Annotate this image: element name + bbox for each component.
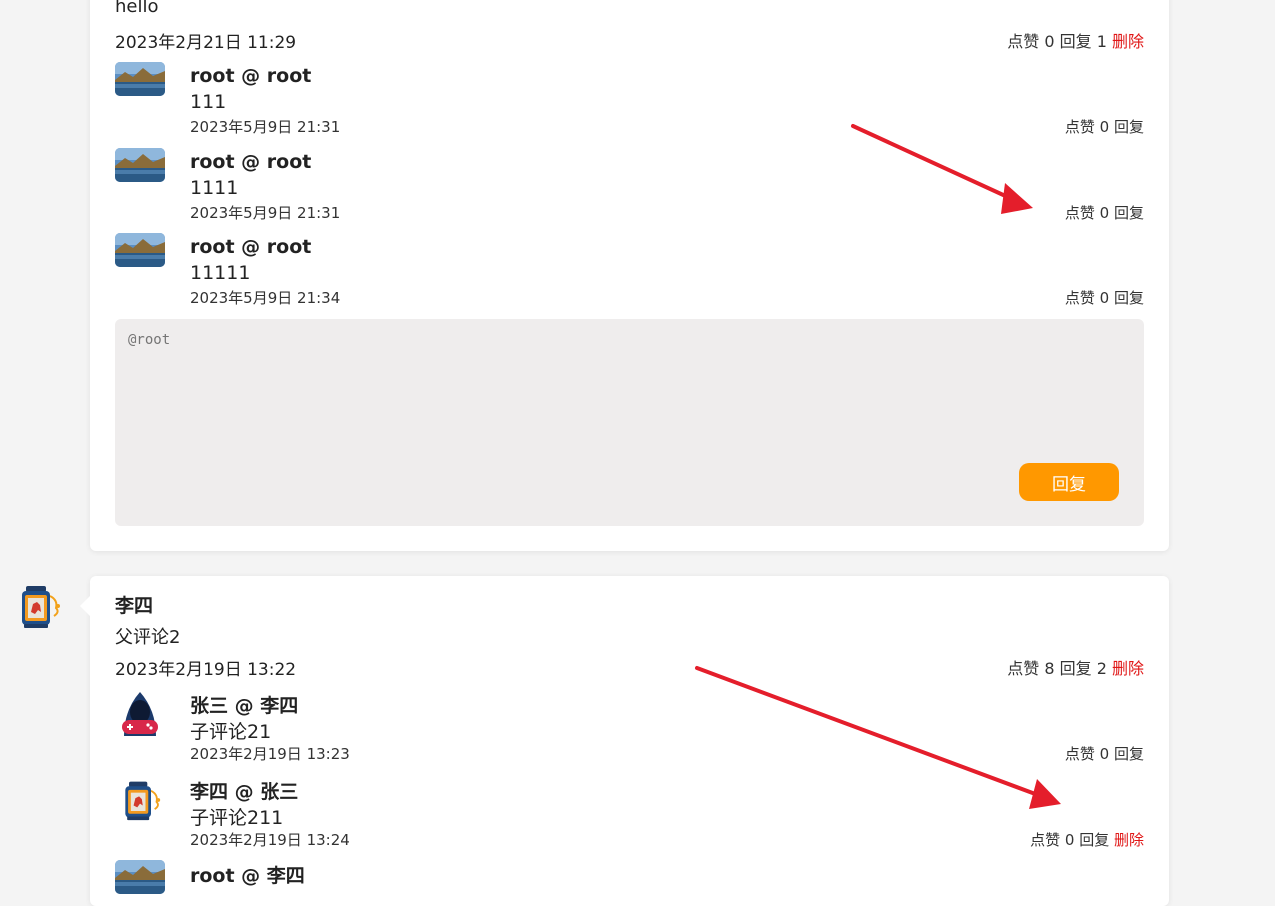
reply-count: 2 (1096, 659, 1107, 678)
comment-actions: 点赞 8 回复 2 删除 (1007, 655, 1144, 679)
delete-button[interactable]: 删除 (1112, 32, 1144, 51)
landscape-avatar-icon[interactable] (115, 148, 165, 182)
reply-button[interactable]: 回复 (1114, 745, 1144, 763)
child-content: 子评论21 (190, 721, 272, 743)
delete-button[interactable]: 删除 (1112, 659, 1144, 678)
like-count: 0 (1099, 118, 1110, 136)
reply-submit-button[interactable]: 回复 (1019, 463, 1119, 501)
child-actions: 点赞 0 回复 (1065, 116, 1144, 137)
like-count: 0 (1099, 289, 1110, 307)
like-count: 0 (1099, 745, 1110, 763)
child-time: 2023年5月9日 21:34 (190, 289, 341, 307)
reply-box: 回复 (115, 319, 1144, 526)
like-count: 8 (1044, 659, 1055, 678)
child-actions: 点赞 0 回复 (1065, 743, 1144, 764)
card-pointer (80, 596, 90, 616)
comment-time: 2023年2月21日 11:29 (115, 33, 297, 53)
child-content: 子评论211 (190, 807, 284, 829)
comment-author: 李四 (115, 595, 154, 617)
child-content: 11111 (190, 262, 251, 284)
lantern-avatar-icon[interactable] (118, 778, 162, 822)
reply-button[interactable]: 回复 (1114, 118, 1144, 136)
reply-button[interactable]: 回复 (1060, 32, 1092, 51)
child-time: 2023年2月19日 13:24 (190, 831, 350, 849)
child-time: 2023年2月19日 13:23 (190, 745, 350, 763)
reply-button[interactable]: 回复 (1114, 289, 1144, 307)
like-button[interactable]: 点赞 (1065, 118, 1095, 136)
comment-actions: 点赞 0 回复 1 删除 (1007, 28, 1144, 52)
hacker-avatar-icon[interactable] (116, 688, 164, 738)
child-actions: 点赞 0 回复 删除 (1030, 829, 1144, 850)
landscape-avatar-icon[interactable] (115, 233, 165, 267)
delete-button[interactable]: 删除 (1114, 831, 1144, 849)
like-button[interactable]: 点赞 (1065, 289, 1095, 307)
reply-button[interactable]: 回复 (1114, 204, 1144, 222)
like-count: 0 (1099, 204, 1110, 222)
reply-button[interactable]: 回复 (1079, 831, 1109, 849)
like-button[interactable]: 点赞 (1065, 745, 1095, 763)
child-content: 1111 (190, 177, 239, 199)
child-name: root @ root (190, 151, 312, 173)
child-actions: 点赞 0 回复 (1065, 202, 1144, 223)
child-name: root @ root (190, 65, 312, 87)
like-button[interactable]: 点赞 (1030, 831, 1060, 849)
comment-content: hello (115, 0, 159, 17)
landscape-avatar-icon[interactable] (115, 860, 165, 894)
child-name: root @ 李四 (190, 865, 305, 887)
reply-input[interactable] (115, 319, 1144, 469)
comment-time: 2023年2月19日 13:22 (115, 660, 297, 680)
child-time: 2023年5月9日 21:31 (190, 204, 341, 222)
child-name: root @ root (190, 236, 312, 258)
like-button[interactable]: 点赞 (1065, 204, 1095, 222)
like-button[interactable]: 点赞 (1007, 32, 1039, 51)
comment-content: 父评论2 (115, 627, 181, 648)
landscape-avatar-icon[interactable] (115, 62, 165, 96)
child-content: 111 (190, 91, 227, 113)
like-count: 0 (1064, 831, 1075, 849)
lantern-avatar-icon[interactable] (14, 582, 62, 630)
child-time: 2023年5月9日 21:31 (190, 118, 341, 136)
like-button[interactable]: 点赞 (1007, 659, 1039, 678)
child-name: 李四 @ 张三 (190, 781, 299, 803)
reply-count: 1 (1096, 32, 1107, 51)
child-name: 张三 @ 李四 (190, 695, 299, 717)
child-actions: 点赞 0 回复 (1065, 287, 1144, 308)
like-count: 0 (1044, 32, 1055, 51)
reply-button[interactable]: 回复 (1060, 659, 1092, 678)
